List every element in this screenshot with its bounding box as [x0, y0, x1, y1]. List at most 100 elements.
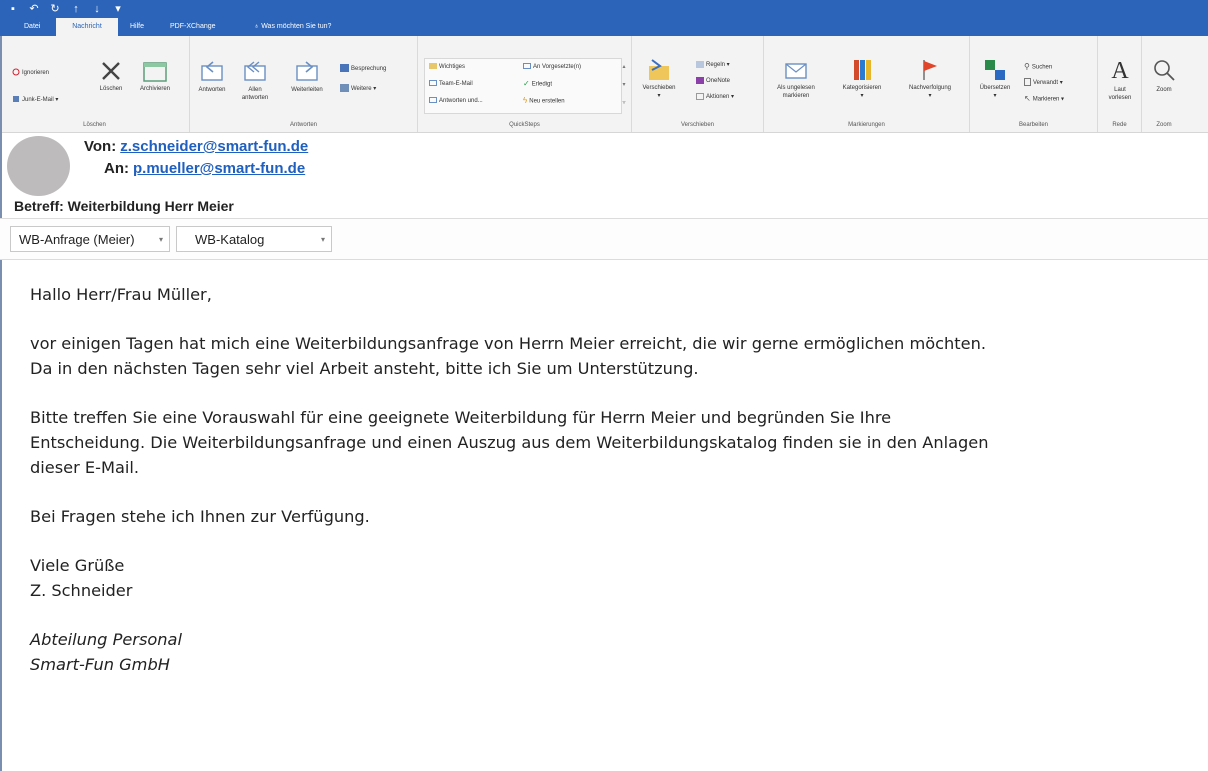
chevron-down-icon[interactable]: ▾	[159, 227, 163, 253]
from-row: Von: z.schneider@smart-fun.de	[84, 138, 308, 155]
tab-pdf-xchange[interactable]: PDF-XChange	[166, 18, 220, 36]
read-aloud-button[interactable]: A Laut vorlesen	[1100, 58, 1140, 102]
quickstep-label: Neu erstellen	[529, 98, 565, 105]
document-icon	[1024, 78, 1031, 87]
search-label: Suchen	[1031, 64, 1053, 71]
message-body: Hallo Herr/Frau Müller, vor einigen Tage…	[30, 282, 1200, 677]
tab-datei[interactable]: Datei	[20, 18, 44, 36]
categorize-button[interactable]: Kategorisieren ▾	[830, 58, 894, 100]
group-quicksteps: Wichtiges Team-E-Mail Antworten und... A…	[418, 36, 632, 132]
group-label-rede: Rede	[1112, 122, 1127, 128]
redo-icon[interactable]: ↻	[50, 2, 60, 16]
select-button[interactable]: ↖ Markieren ▾	[1024, 94, 1064, 105]
ignore-button[interactable]: Ignorieren	[12, 68, 49, 78]
checkmark-icon: ✓	[523, 79, 530, 88]
ignore-icon	[12, 68, 20, 76]
meeting-button[interactable]: Besprechung	[340, 64, 386, 74]
body-paragraph-2-line-3: dieser E-Mail.	[30, 458, 140, 477]
chevron-down-icon: ▾	[53, 97, 59, 103]
ignore-label: Ignorieren	[22, 70, 50, 76]
zoom-label: Zoom	[1156, 87, 1172, 93]
save-icon[interactable]: ▪	[8, 2, 18, 16]
related-label: Verwandt	[1033, 80, 1059, 86]
forward-label: Weiterleiten	[291, 87, 323, 93]
archive-icon	[143, 62, 167, 82]
rules-label: Regeln	[706, 62, 726, 68]
junk-button[interactable]: Junk-E-Mail ▾	[12, 95, 58, 105]
mark-unread-button[interactable]: Als ungelesen markieren	[768, 58, 824, 100]
quickstep-team-email[interactable]: Team-E-Mail	[429, 79, 473, 89]
to-address-link[interactable]: p.mueller@smart-fun.de	[133, 160, 305, 177]
quickstep-done[interactable]: ✓ Erledigt	[523, 79, 552, 90]
to-row: An: p.mueller@smart-fun.de	[104, 160, 305, 177]
delete-button[interactable]: Löschen	[94, 59, 128, 93]
zoom-button[interactable]: Zoom	[1144, 58, 1184, 94]
quickstep-reply-delete[interactable]: Antworten und...	[429, 96, 483, 106]
move-button[interactable]: Verschieben ▾	[636, 58, 682, 100]
onenote-label: OneNote	[706, 78, 731, 84]
categorize-label: Kategorisieren	[842, 85, 882, 91]
mark-unread-label-2: markieren	[782, 93, 810, 99]
related-button[interactable]: Verwandt ▾	[1024, 78, 1063, 88]
body-paragraph-1-line-1: vor einigen Tagen hat mich eine Weiterbi…	[30, 334, 986, 353]
ribbon-tabs: Datei Nachricht Hilfe PDF-XChange ♁ Was …	[0, 18, 1208, 36]
body-paragraph-3: Bei Fragen stehe ich Ihnen zur Verfügung…	[30, 507, 370, 526]
from-address-link[interactable]: z.schneider@smart-fun.de	[120, 138, 308, 155]
chevron-down-icon: ▾	[860, 93, 864, 99]
tab-search[interactable]: ♁ Was möchten Sie tun?	[250, 18, 335, 36]
quickstep-new[interactable]: ϟ Neu erstellen	[523, 96, 565, 107]
group-label-verschieben: Verschieben	[680, 122, 715, 128]
forward-button[interactable]: Weiterleiten	[282, 60, 332, 94]
up-icon[interactable]: ↑	[71, 2, 81, 16]
group-antworten: Antworten Allen antworten Weiterleiten B…	[190, 36, 418, 132]
quickstep-label: Antworten und...	[439, 98, 483, 104]
greeting: Hallo Herr/Frau Müller,	[30, 285, 212, 304]
chevron-down-icon: ▾	[371, 86, 377, 92]
undo-icon[interactable]: ↶	[29, 2, 39, 16]
quickstep-wichtiges[interactable]: Wichtiges	[429, 62, 465, 72]
group-bearbeiten: Übersetzen ▾ ⚲ Suchen Verwandt ▾ ↖ Markiere…	[970, 36, 1098, 132]
more-icon[interactable]: ▾	[113, 2, 123, 16]
onenote-button[interactable]: OneNote	[696, 76, 730, 86]
signature-department: Abteilung Personal	[30, 630, 182, 649]
group-markierungen: Als ungelesen markieren Kategorisieren ▾ …	[764, 36, 970, 132]
tab-nachricht[interactable]: Nachricht	[56, 18, 118, 36]
quickstep-label: Wichtiges	[439, 64, 466, 70]
actions-icon	[696, 92, 704, 100]
attachment-wb-anfrage[interactable]: WB-Anfrage (Meier) ▾	[10, 226, 170, 252]
attachment-name: WB-Katalog	[195, 232, 265, 247]
archive-label: Archivieren	[139, 86, 170, 92]
chevron-down-icon: ▾	[928, 93, 932, 99]
search-icon: ⚲	[1024, 62, 1030, 71]
email-icon	[429, 80, 437, 87]
group-label-bearbeiten: Bearbeiten	[1018, 122, 1049, 128]
followup-button[interactable]: Nachverfolgung ▾	[896, 58, 964, 100]
forward-icon	[296, 61, 318, 81]
quickstep-manager[interactable]: An Vorgesetzte(n)	[523, 62, 581, 72]
quickstep-label: An Vorgesetzte(n)	[533, 64, 582, 70]
forward-mini-icon	[523, 63, 531, 70]
rules-icon	[696, 60, 704, 68]
tab-hilfe[interactable]: Hilfe	[126, 18, 148, 36]
reply-all-button[interactable]: Allen antworten	[238, 60, 272, 102]
meeting-label: Besprechung	[351, 66, 387, 72]
chevron-down-icon[interactable]: ▾	[321, 227, 325, 253]
read-aloud-icon: A	[1111, 58, 1129, 84]
rules-button[interactable]: Regeln ▾	[696, 60, 730, 70]
archive-button[interactable]: Archivieren	[130, 59, 180, 93]
to-label: An:	[104, 160, 129, 177]
mark-unread-label-1: Als ungelesen	[777, 85, 815, 91]
reply-button[interactable]: Antworten	[192, 60, 232, 94]
folder-icon	[429, 63, 437, 70]
down-icon[interactable]: ↓	[92, 2, 102, 16]
attachment-wb-katalog[interactable]: WB-Katalog ▾	[176, 226, 332, 252]
gallery-scroll[interactable]: ▴ ▾ ▿	[620, 58, 628, 112]
sender-name: Z. Schneider	[30, 581, 133, 600]
quick-access-toolbar: ▪ ↶ ↻ ↑ ↓ ▾	[8, 2, 123, 16]
search-button[interactable]: ⚲ Suchen	[1024, 62, 1052, 73]
chevron-down-icon: ▾	[729, 94, 735, 100]
delete-x-icon	[102, 62, 120, 80]
more-reply-button[interactable]: Weitere ▾	[340, 84, 376, 94]
translate-button[interactable]: Übersetzen ▾	[972, 58, 1018, 100]
actions-button[interactable]: Aktionen ▾	[696, 92, 734, 102]
